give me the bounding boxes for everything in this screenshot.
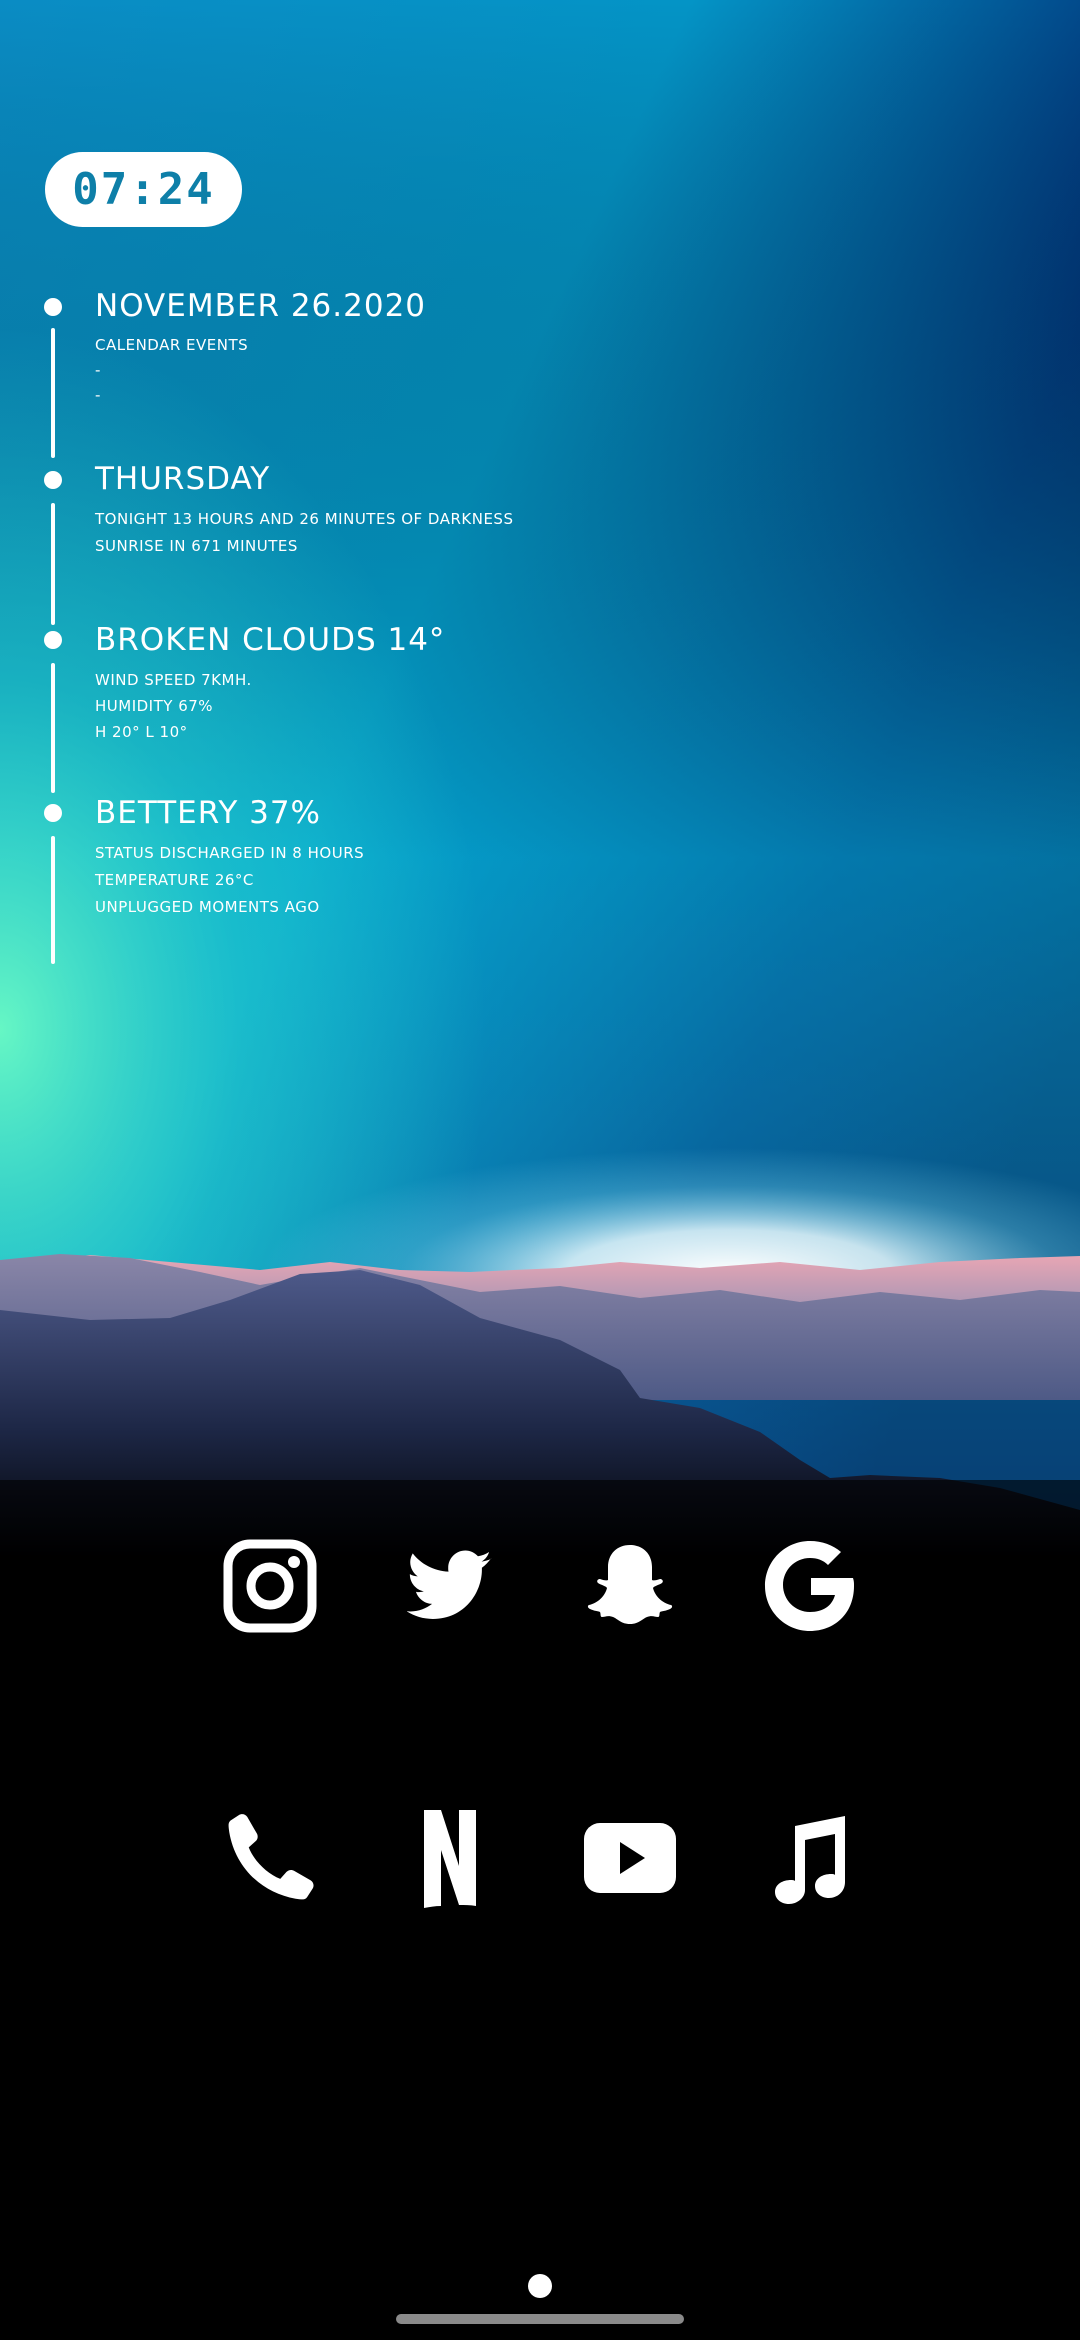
netflix-icon[interactable] (400, 1808, 500, 1908)
snapchat-icon[interactable] (580, 1536, 680, 1636)
calendar-event-item: - (95, 386, 101, 404)
day-title: THURSDAY (95, 461, 271, 497)
wind-speed: WIND SPEED 7KMH. (95, 671, 252, 689)
weather-entry: BROKEN CLOUDS 14° WIND SPEED 7KMH. HUMID… (95, 621, 445, 745)
timeline-dot (44, 298, 62, 316)
day-entry: THURSDAY TONIGHT 13 HOURS AND 26 MINUTES… (95, 460, 513, 560)
timeline-line (51, 836, 55, 964)
battery-temperature: TEMPERATURE 26°C (95, 871, 254, 889)
clock-widget[interactable]: 07:24 (45, 152, 242, 227)
battery-title: BETTERY 37% (95, 795, 322, 831)
temperature-range: H 20° L 10° (95, 723, 188, 741)
instagram-icon[interactable] (220, 1536, 320, 1636)
humidity: HUMIDITY 67% (95, 697, 214, 715)
gesture-navigation-bar[interactable] (396, 2314, 684, 2324)
unplugged-info: UNPLUGGED MOMENTS AGO (95, 898, 320, 916)
date-entry: NOVEMBER 26.2020 CALENDAR EVENTS - - (95, 287, 426, 408)
youtube-icon[interactable] (580, 1808, 680, 1908)
battery-status: STATUS DISCHARGED IN 8 HOURS (95, 844, 365, 862)
twitter-icon[interactable] (400, 1536, 500, 1636)
home-screen: 07:24 NOVEMBER 26.2020 CALENDAR EVENTS -… (0, 0, 1080, 2340)
calendar-events-label: CALENDAR EVENTS (95, 336, 249, 354)
music-icon[interactable] (760, 1808, 860, 1908)
date-title: NOVEMBER 26.2020 (95, 288, 427, 324)
sunrise-info: SUNRISE IN 671 MINUTES (95, 537, 298, 555)
calendar-event-item: - (95, 361, 101, 379)
battery-entry: BETTERY 37% STATUS DISCHARGED IN 8 HOURS… (95, 794, 364, 921)
wallpaper (0, 0, 1080, 1560)
google-icon[interactable] (760, 1536, 860, 1636)
timeline-line (51, 328, 55, 458)
timeline-dot (44, 471, 62, 489)
darkness-info: TONIGHT 13 HOURS AND 26 MINUTES OF DARKN… (95, 510, 514, 528)
page-indicator (528, 2274, 552, 2298)
timeline-dot (44, 631, 62, 649)
timeline-dot (44, 804, 62, 822)
timeline-line (51, 663, 55, 793)
timeline-line (51, 503, 55, 625)
weather-title: BROKEN CLOUDS 14° (95, 622, 446, 658)
clock-time: 07:24 (72, 164, 215, 215)
phone-icon[interactable] (220, 1808, 320, 1908)
